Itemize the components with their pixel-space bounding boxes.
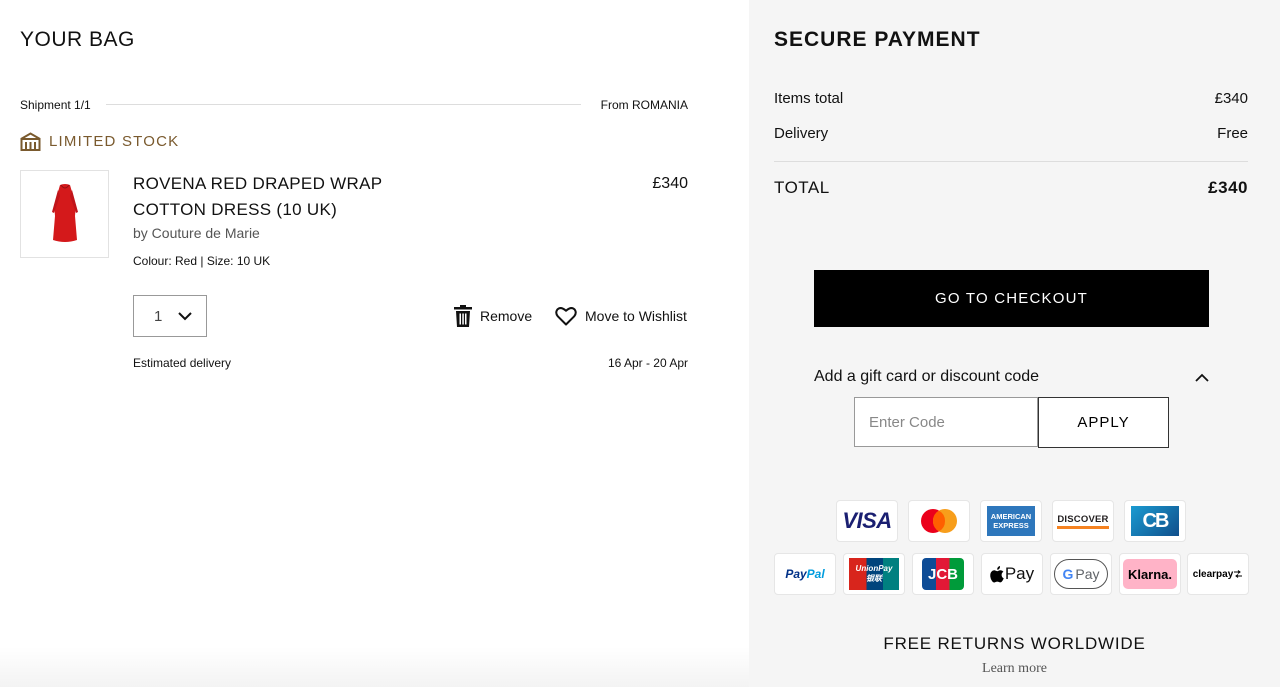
product-name[interactable]: ROVENA RED DRAPED WRAP COTTON DRESS (10 … (133, 171, 413, 223)
chevron-down-icon (178, 312, 192, 321)
paypal-pal: Pal (806, 567, 825, 581)
klarna-badge: Klarna. (1123, 559, 1177, 589)
clearpay-arrows-icon (1234, 570, 1243, 578)
secure-payment-title: SECURE PAYMENT (774, 28, 981, 51)
cb-text: CB (1142, 509, 1170, 532)
google-pay-logo: G Pay (1050, 553, 1112, 595)
trash-icon (454, 305, 472, 327)
apple-pay-logo: Pay (981, 553, 1043, 595)
limited-stock-label: LIMITED STOCK (49, 132, 180, 150)
clearpay-logo: clearpay (1187, 553, 1249, 595)
quantity-value: 1 (154, 307, 163, 325)
items-total-value: £340 (1214, 90, 1248, 107)
delivery-value: Free (1217, 125, 1248, 142)
unionpay-cn-text: 银联 (866, 574, 882, 583)
paypal-pay: Pay (785, 567, 807, 581)
product-thumbnail[interactable] (20, 170, 109, 258)
quantity-select[interactable]: 1 (133, 295, 207, 337)
delivery-label: Delivery (774, 125, 829, 142)
google-pay-text: Pay (1075, 566, 1100, 582)
paypal-logo: PayPal (774, 553, 836, 595)
items-total-row: Items total £340 (774, 90, 1248, 107)
bag-panel: YOUR BAG Shipment 1/1 From ROMANIA LIMIT… (0, 0, 749, 687)
klarna-text: Klarna. (1127, 566, 1173, 582)
amex-line2: EXPRESS (993, 521, 1029, 530)
discover-text: DISCOVER (1057, 514, 1109, 529)
shipment-row: Shipment 1/1 From ROMANIA (20, 97, 688, 113)
google-pay-badge: G Pay (1054, 559, 1108, 589)
delivery-row: Delivery Free (774, 125, 1248, 142)
total-value: £340 (1208, 178, 1248, 197)
shipment-label: Shipment 1/1 (20, 98, 91, 112)
google-g: G (1062, 566, 1074, 582)
klarna-logo: Klarna. (1119, 553, 1181, 595)
unionpay-logo: UnionPay 银联 (843, 553, 905, 595)
jcb-text: JCB (927, 565, 958, 583)
discover-logo: DISCOVER (1052, 500, 1114, 542)
bottom-fade (0, 647, 749, 687)
amex-badge: AMERICAN EXPRESS (987, 506, 1035, 536)
warehouse-icon (20, 131, 41, 151)
shipment-origin: From ROMANIA (600, 98, 688, 112)
product-brand[interactable]: by Couture de Marie (133, 225, 260, 241)
visa-logo: VISA (836, 500, 898, 542)
gift-card-label: Add a gift card or discount code (814, 368, 1040, 385)
remove-button[interactable]: Remove (454, 305, 532, 327)
product-price: £340 (652, 175, 688, 192)
visa-text: VISA (842, 508, 892, 533)
jcb-logo: JCB (912, 553, 974, 595)
learn-more-link[interactable]: Learn more (749, 661, 1280, 677)
cb-badge: CB (1131, 506, 1179, 536)
go-to-checkout-button[interactable]: GO TO CHECKOUT (814, 270, 1209, 327)
amex-logo: AMERICAN EXPRESS (980, 500, 1042, 542)
limited-stock-notice: LIMITED STOCK (20, 130, 179, 152)
apple-pay-text: Pay (1004, 564, 1035, 583)
payment-panel: SECURE PAYMENT Items total £340 Delivery… (749, 0, 1280, 687)
total-label: TOTAL (774, 178, 830, 197)
bag-title: YOUR BAG (20, 28, 135, 51)
cb-logo: CB (1124, 500, 1186, 542)
shipment-divider (106, 104, 581, 105)
mastercard-icon (921, 509, 957, 533)
move-to-wishlist-button[interactable]: Move to Wishlist (555, 305, 687, 327)
unionpay-badge: UnionPay 银联 (849, 558, 899, 590)
heart-icon (555, 307, 577, 326)
mastercard-logo (908, 500, 970, 542)
paypal-text: PayPal (785, 567, 824, 581)
amex-line1: AMERICAN (990, 512, 1032, 521)
product-attributes: Colour: Red | Size: 10 UK (133, 254, 271, 268)
total-row: TOTAL £340 (774, 178, 1248, 198)
apply-button[interactable]: APPLY (1038, 397, 1169, 448)
estimated-delivery-dates: 16 Apr - 20 Apr (607, 356, 688, 370)
unionpay-text: UnionPay (855, 564, 893, 573)
discount-code-input[interactable] (854, 397, 1038, 447)
jcb-badge: JCB (922, 558, 964, 590)
wishlist-label: Move to Wishlist (585, 308, 687, 324)
chevron-up-icon (1195, 373, 1209, 382)
free-returns-heading: FREE RETURNS WORLDWIDE (883, 634, 1146, 653)
red-dress-image (51, 184, 78, 242)
items-total-label: Items total (774, 90, 844, 107)
apple-icon (990, 565, 1004, 583)
gift-card-toggle[interactable]: Add a gift card or discount code (814, 366, 1209, 388)
estimated-delivery-label: Estimated delivery (133, 356, 232, 370)
clearpay-text: clearpay (1192, 568, 1234, 580)
remove-label: Remove (480, 308, 533, 324)
totals-divider (774, 161, 1248, 162)
